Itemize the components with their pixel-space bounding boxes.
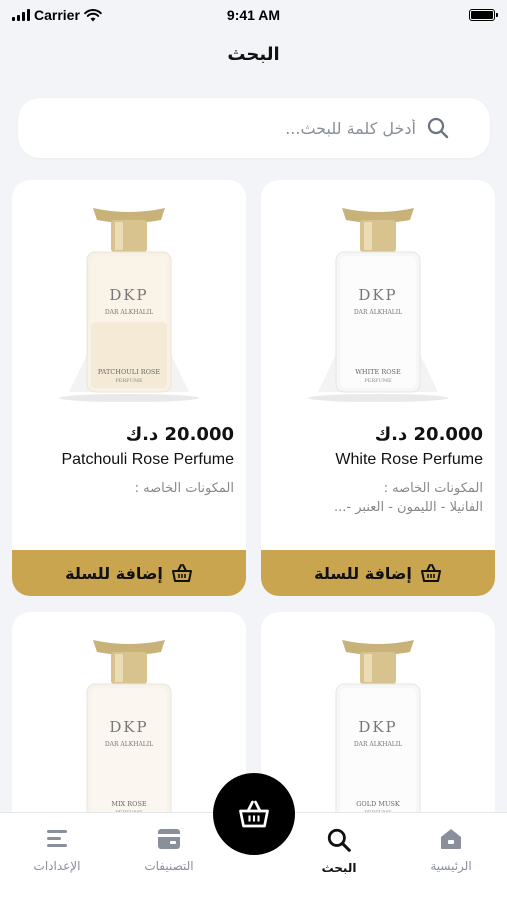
- search-bar[interactable]: [18, 98, 490, 158]
- product-card[interactable]: DKP DAR ALKHALIL MIX ROSE PERFUME: [12, 612, 246, 820]
- bottle-name: MIX ROSE: [111, 800, 147, 808]
- tab-categories-label: التصنيفات: [144, 859, 194, 873]
- product-card[interactable]: DKP DAR ALKHALIL WHITE ROSE PERFUME 20.0…: [261, 180, 495, 596]
- bottle-sub: PERFUME: [115, 378, 143, 384]
- cart-fab-button[interactable]: [213, 773, 295, 855]
- tab-home[interactable]: الرئيسية: [406, 827, 496, 873]
- settings-icon: [47, 830, 67, 847]
- tab-search-label: البحث: [321, 861, 357, 875]
- add-to-cart-button[interactable]: إضافة للسلة: [12, 550, 246, 596]
- product-card[interactable]: DKP DAR ALKHALIL GOLD MUSK PERFUME: [261, 612, 495, 820]
- bottle-house: DAR ALKHALIL: [105, 741, 153, 748]
- page-title: البحث: [227, 44, 280, 65]
- product-grid: DKP DAR ALKHALIL WHITE ROSE PERFUME 20.0…: [12, 180, 495, 820]
- bottle-brand: DKP: [358, 718, 397, 736]
- perfume-bottle-image: DKP DAR ALKHALIL MIX ROSE PERFUME: [86, 640, 172, 820]
- perfume-bottle-image: DKP DAR ALKHALIL PATCHOULI ROSE PERFUME: [59, 208, 199, 402]
- ingredients-list: الفانيلا - الليمون - العنبر -...: [334, 500, 483, 515]
- product-card[interactable]: DKP DAR ALKHALIL PATCHOULI ROSE PERFUME …: [12, 180, 246, 596]
- product-image[interactable]: DKP DAR ALKHALIL PATCHOULI ROSE PERFUME: [12, 180, 246, 410]
- categories-icon: [158, 829, 180, 849]
- bottle-name: PATCHOULI ROSE: [98, 368, 161, 376]
- bottle-house: DAR ALKHALIL: [105, 309, 153, 316]
- product-name[interactable]: White Rose Perfume: [261, 451, 495, 469]
- perfume-bottle-image: DKP DAR ALKHALIL GOLD MUSK PERFUME: [335, 640, 421, 820]
- ingredients-label: المكونات الخاصه :: [383, 481, 483, 496]
- basket-icon: [420, 564, 441, 582]
- search-icon[interactable]: [426, 116, 450, 140]
- bottle-name: WHITE ROSE: [355, 368, 401, 376]
- product-image[interactable]: DKP DAR ALKHALIL WHITE ROSE PERFUME: [261, 180, 495, 410]
- product-price: 20.000 د.ك: [125, 424, 234, 445]
- tab-settings[interactable]: الإعدادات: [12, 827, 102, 873]
- status-time: 9:41 AM: [226, 7, 281, 23]
- tab-home-label: الرئيسية: [430, 859, 472, 873]
- bottle-house: DAR ALKHALIL: [354, 741, 402, 748]
- signal-icon: [12, 9, 30, 21]
- basket-icon: [171, 564, 192, 582]
- status-left: Carrier: [12, 7, 102, 23]
- product-ingredients: المكونات الخاصه :: [12, 479, 246, 519]
- bottle-house: DAR ALKHALIL: [354, 309, 402, 316]
- bottle-name: GOLD MUSK: [356, 800, 400, 808]
- product-name[interactable]: Patchouli Rose Perfume: [12, 451, 246, 469]
- product-image[interactable]: DKP DAR ALKHALIL GOLD MUSK PERFUME: [261, 612, 495, 820]
- basket-icon: [239, 800, 269, 828]
- tab-settings-label: الإعدادات: [33, 859, 81, 873]
- add-to-cart-button[interactable]: إضافة للسلة: [261, 550, 495, 596]
- bottle-sub: PERFUME: [364, 378, 392, 384]
- ingredients-label: المكونات الخاصه :: [134, 481, 234, 496]
- status-bar: Carrier 9:41 AM: [0, 0, 507, 30]
- add-to-cart-label: إضافة للسلة: [314, 563, 412, 583]
- add-to-cart-label: إضافة للسلة: [65, 563, 163, 583]
- bottle-brand: DKP: [109, 286, 148, 304]
- tab-categories[interactable]: التصنيفات: [124, 827, 214, 873]
- bottle-brand: DKP: [358, 286, 397, 304]
- wifi-icon: [84, 8, 102, 21]
- product-image[interactable]: DKP DAR ALKHALIL MIX ROSE PERFUME: [12, 612, 246, 820]
- bottle-brand: DKP: [109, 718, 148, 736]
- perfume-bottle-image: DKP DAR ALKHALIL WHITE ROSE PERFUME: [308, 208, 448, 402]
- battery-icon: [469, 9, 498, 21]
- search-input[interactable]: [36, 118, 416, 138]
- home-icon: [441, 829, 461, 849]
- tab-search[interactable]: البحث: [294, 827, 384, 875]
- carrier-label: Carrier: [34, 7, 80, 23]
- search-icon: [327, 828, 351, 852]
- product-ingredients: المكونات الخاصه : الفانيلا - الليمون - ا…: [261, 479, 495, 519]
- product-price: 20.000 د.ك: [374, 424, 483, 445]
